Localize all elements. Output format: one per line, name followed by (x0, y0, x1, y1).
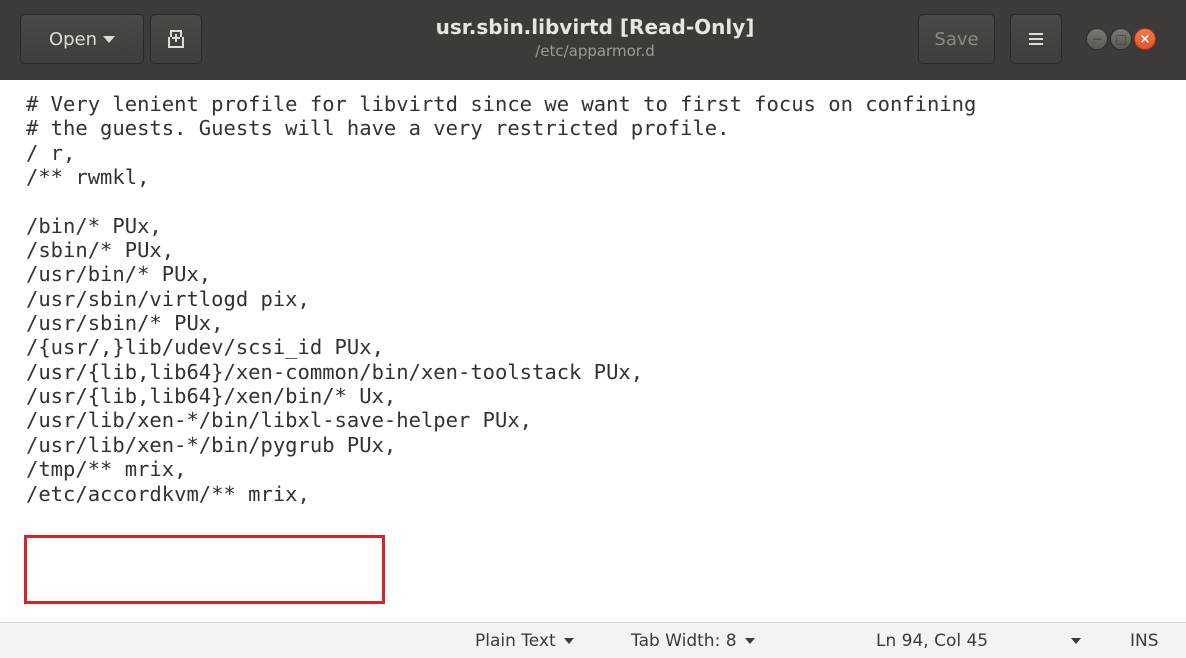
highlight-annotation-box (24, 535, 385, 604)
code-line: /usr/sbin/virtlogd pix, (26, 286, 310, 311)
code-line: /usr/{lib,lib64}/xen/bin/* Ux, (26, 384, 397, 409)
language-selector[interactable]: Plain Text (475, 631, 574, 651)
menu-button[interactable] (1010, 14, 1062, 64)
window-title-block: usr.sbin.libvirtd [Read-Only] /etc/appar… (300, 14, 890, 62)
minimize-button[interactable]: − (1086, 28, 1108, 50)
open-button[interactable]: Open (20, 14, 144, 64)
cursor-position[interactable]: Ln 94, Col 45 (876, 631, 988, 651)
chevron-down-icon (744, 638, 755, 644)
code-line: /bin/* PUx, (26, 213, 162, 238)
tab-width-label: Tab Width: 8 (631, 631, 737, 651)
text-editor[interactable]: # Very lenient profile for libvirtd sinc… (26, 92, 1176, 506)
minimize-icon: − (1091, 32, 1103, 46)
close-icon: × (1139, 31, 1151, 47)
code-line: /usr/{lib,lib64}/xen-common/bin/xen-tool… (26, 359, 644, 384)
maximize-button[interactable]: □ (1110, 28, 1132, 50)
open-button-label: Open (48, 28, 98, 50)
code-line: /usr/lib/xen-*/bin/pygrub PUx, (26, 432, 397, 457)
chevron-down-icon (1071, 638, 1081, 644)
tab-width-selector[interactable]: Tab Width: 8 (631, 631, 755, 651)
code-line: /tmp/** mrix, (26, 457, 187, 482)
new-document-icon (168, 30, 184, 48)
code-line: /** rwmkl, (26, 165, 150, 190)
code-line: # the guests. Guests will have a very re… (26, 116, 730, 141)
insert-mode-label: INS (1130, 631, 1159, 651)
code-line: / r, (26, 140, 76, 165)
insert-mode-indicator[interactable]: INS (1130, 631, 1159, 651)
maximize-icon: □ (1115, 32, 1127, 46)
save-button-label: Save (934, 28, 979, 50)
cursor-position-label: Ln 94, Col 45 (876, 631, 989, 651)
position-dropdown[interactable] (1071, 638, 1081, 644)
window-controls: − □ × (1086, 28, 1180, 52)
code-line: /sbin/* PUx, (26, 238, 175, 263)
language-label: Plain Text (475, 631, 556, 651)
code-line: /usr/bin/* PUx, (26, 262, 212, 287)
hamburger-menu-icon (1029, 33, 1043, 45)
window-subtitle: /etc/apparmor.d (535, 42, 655, 60)
chevron-down-icon (103, 35, 116, 43)
code-line: /{usr/,}lib/udev/scsi_id PUx, (26, 335, 384, 360)
code-line: /usr/lib/xen-*/bin/libxl-save-helper PUx… (26, 408, 533, 433)
code-line: /usr/sbin/* PUx, (26, 311, 224, 336)
code-line: # Very lenient profile for libvirtd sinc… (26, 92, 977, 116)
save-button[interactable]: Save (918, 14, 995, 64)
close-button[interactable]: × (1134, 28, 1156, 50)
status-bar: Plain Text Tab Width: 8 Ln 94, Col 45 IN… (0, 622, 1186, 658)
chevron-down-icon (563, 638, 574, 644)
window-title: usr.sbin.libvirtd [Read-Only] (435, 15, 755, 39)
new-document-button[interactable] (150, 14, 202, 64)
header-bar: Open usr.sbin.libvirtd [Read-Only] /etc/… (0, 0, 1186, 80)
code-line: /etc/accordkvm/** mrix, (26, 481, 310, 506)
